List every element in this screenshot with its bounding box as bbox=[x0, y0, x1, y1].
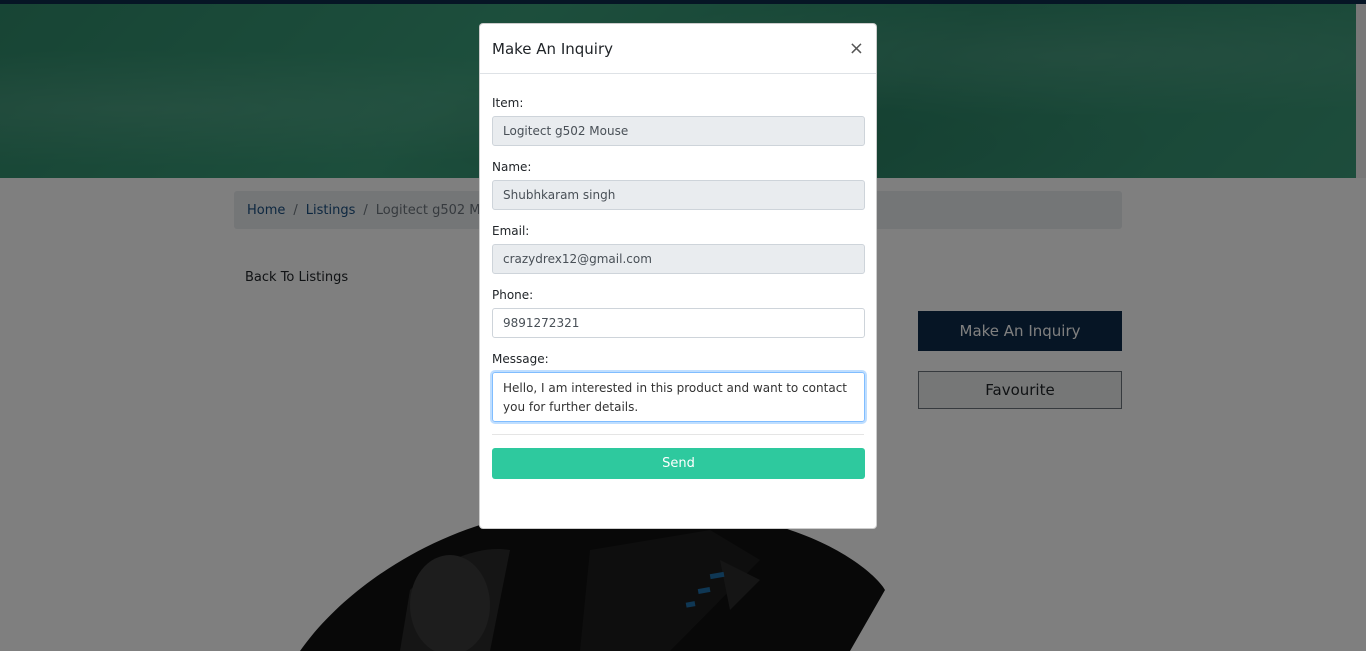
item-field: Logitect g502 Mouse bbox=[492, 116, 865, 146]
email-field: crazydrex12@gmail.com bbox=[492, 244, 865, 274]
email-label: Email: bbox=[492, 224, 530, 238]
item-label: Item: bbox=[492, 96, 524, 110]
phone-label: Phone: bbox=[492, 288, 534, 302]
name-field: Shubhkaram singh bbox=[492, 180, 865, 210]
send-button[interactable]: Send bbox=[492, 448, 865, 479]
message-label: Message: bbox=[492, 352, 549, 366]
modal-divider bbox=[492, 434, 864, 435]
phone-field[interactable]: 9891272321 bbox=[492, 308, 865, 338]
close-icon[interactable]: × bbox=[849, 39, 864, 58]
modal-header: Make An Inquiry × bbox=[480, 24, 876, 74]
name-label: Name: bbox=[492, 160, 532, 174]
message-textarea[interactable]: Hello, I am interested in this product a… bbox=[492, 372, 865, 422]
modal-body: Item: Logitect g502 Mouse Name: Shubhkar… bbox=[480, 74, 876, 479]
modal-title: Make An Inquiry bbox=[492, 39, 613, 58]
inquiry-modal: Make An Inquiry × Item: Logitect g502 Mo… bbox=[479, 23, 877, 529]
